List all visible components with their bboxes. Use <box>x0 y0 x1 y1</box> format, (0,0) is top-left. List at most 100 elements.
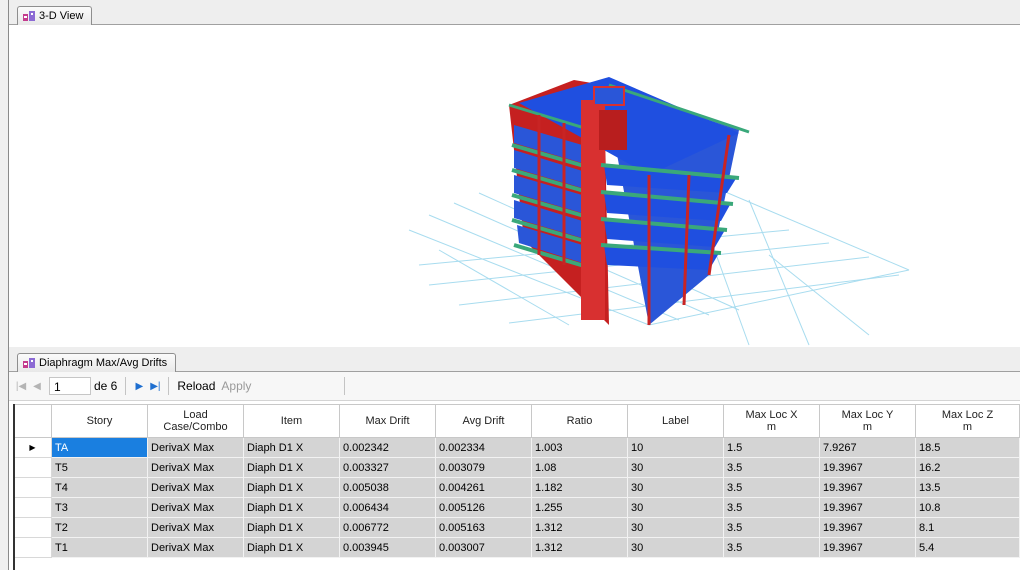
col-header-avg-drift[interactable]: Avg Drift <box>435 404 532 438</box>
cell-max-loc-y[interactable]: 19.3967 <box>819 517 916 538</box>
next-page-icon[interactable]: ▶ <box>131 381 147 392</box>
cell-avg-drift[interactable]: 0.004261 <box>435 477 532 498</box>
cell-max-loc-y[interactable]: 7.9267 <box>819 437 916 458</box>
cell-max-loc-y[interactable]: 19.3967 <box>819 537 916 558</box>
cell-item[interactable]: Diaph D1 X <box>243 537 340 558</box>
row-header[interactable] <box>13 537 52 558</box>
col-header-item[interactable]: Item <box>243 404 340 438</box>
table-row[interactable]: ▶ TA DerivaX Max Diaph D1 X 0.002342 0.0… <box>13 437 1020 458</box>
cell-max-loc-x[interactable]: 3.5 <box>723 517 820 538</box>
cell-max-loc-z[interactable]: 5.4 <box>915 537 1020 558</box>
row-header[interactable] <box>13 457 52 478</box>
tab-3d-view[interactable]: 3-D View <box>17 6 93 25</box>
tab-diaphragm-drifts[interactable]: Diaphragm Max/Avg Drifts <box>17 353 177 372</box>
cell-item[interactable]: Diaph D1 X <box>243 437 340 458</box>
roof-stair-box <box>593 86 625 106</box>
cell-item[interactable]: Diaph D1 X <box>243 497 340 518</box>
cell-load-case[interactable]: DerivaX Max <box>147 497 244 518</box>
table-row[interactable]: T3 DerivaX Max Diaph D1 X 0.006434 0.005… <box>13 497 1020 518</box>
tab-diaphragm-drifts-label: Diaphragm Max/Avg Drifts <box>39 357 168 369</box>
cell-item[interactable]: Diaph D1 X <box>243 477 340 498</box>
cell-ratio[interactable]: 1.182 <box>531 477 628 498</box>
page-number-input[interactable]: 1 <box>49 377 91 395</box>
cell-max-drift[interactable]: 0.003945 <box>339 537 436 558</box>
table-row[interactable]: T4 DerivaX Max Diaph D1 X 0.005038 0.004… <box>13 477 1020 498</box>
cell-ratio[interactable]: 1.312 <box>531 517 628 538</box>
pager-toolbar: |◀ ◀ 1 de 6 ▶ ▶| Reload Apply <box>9 372 1020 401</box>
cell-load-case[interactable]: DerivaX Max <box>147 537 244 558</box>
cell-max-loc-z[interactable]: 16.2 <box>915 457 1020 478</box>
cell-load-case[interactable]: DerivaX Max <box>147 477 244 498</box>
cell-label[interactable]: 10 <box>627 437 724 458</box>
cell-load-case[interactable]: DerivaX Max <box>147 457 244 478</box>
cell-max-loc-y[interactable]: 19.3967 <box>819 477 916 498</box>
cell-max-drift[interactable]: 0.002342 <box>339 437 436 458</box>
cell-avg-drift[interactable]: 0.003007 <box>435 537 532 558</box>
first-page-icon[interactable]: |◀ <box>13 381 29 392</box>
cell-max-drift[interactable]: 0.003327 <box>339 457 436 478</box>
table-view-icon <box>23 358 35 368</box>
cell-avg-drift[interactable]: 0.005163 <box>435 517 532 538</box>
reload-button[interactable]: Reload <box>174 379 218 393</box>
row-header[interactable] <box>13 517 52 538</box>
cell-item[interactable]: Diaph D1 X <box>243 517 340 538</box>
cell-max-loc-x[interactable]: 3.5 <box>723 497 820 518</box>
cell-story[interactable]: T3 <box>51 497 148 518</box>
cell-load-case[interactable]: DerivaX Max <box>147 437 244 458</box>
cell-ratio[interactable]: 1.255 <box>531 497 628 518</box>
cell-max-loc-y[interactable]: 19.3967 <box>819 497 916 518</box>
toolbar-separator <box>168 377 170 395</box>
cell-max-loc-x[interactable]: 3.5 <box>723 457 820 478</box>
col-header-max-drift[interactable]: Max Drift <box>339 404 436 438</box>
row-header[interactable] <box>13 477 52 498</box>
cell-label[interactable]: 30 <box>627 477 724 498</box>
apply-button[interactable]: Apply <box>218 379 254 393</box>
cell-avg-drift[interactable]: 0.002334 <box>435 437 532 458</box>
previous-page-icon[interactable]: ◀ <box>29 381 45 392</box>
cell-ratio[interactable]: 1.312 <box>531 537 628 558</box>
cell-label[interactable]: 30 <box>627 457 724 478</box>
toolbar-separator <box>125 377 127 395</box>
last-page-icon[interactable]: ▶| <box>147 381 163 392</box>
row-header[interactable] <box>13 497 52 518</box>
cell-max-loc-x[interactable]: 3.5 <box>723 477 820 498</box>
cell-story[interactable]: T2 <box>51 517 148 538</box>
cell-max-loc-y[interactable]: 19.3967 <box>819 457 916 478</box>
cell-max-loc-z[interactable]: 8.1 <box>915 517 1020 538</box>
cell-ratio[interactable]: 1.08 <box>531 457 628 478</box>
col-header-max-loc-y[interactable]: Max Loc Ym <box>819 404 916 438</box>
cell-max-loc-x[interactable]: 3.5 <box>723 537 820 558</box>
cell-max-loc-x[interactable]: 1.5 <box>723 437 820 458</box>
cell-max-loc-z[interactable]: 18.5 <box>915 437 1020 458</box>
col-header-story[interactable]: Story <box>51 404 148 438</box>
cell-avg-drift[interactable]: 0.003079 <box>435 457 532 478</box>
cell-story[interactable]: T1 <box>51 537 148 558</box>
table-row[interactable]: T5 DerivaX Max Diaph D1 X 0.003327 0.003… <box>13 457 1020 478</box>
col-header-ratio[interactable]: Ratio <box>531 404 628 438</box>
col-header-load-case[interactable]: Load Case/Combo <box>147 404 244 438</box>
col-header-max-loc-z[interactable]: Max Loc Zm <box>915 404 1020 438</box>
cell-max-drift[interactable]: 0.006434 <box>339 497 436 518</box>
cell-item[interactable]: Diaph D1 X <box>243 457 340 478</box>
cell-story[interactable]: T5 <box>51 457 148 478</box>
cell-max-loc-z[interactable]: 10.8 <box>915 497 1020 518</box>
row-header-corner <box>13 404 52 438</box>
3d-viewport[interactable] <box>9 25 1020 347</box>
cell-label[interactable]: 30 <box>627 537 724 558</box>
row-pointer-icon[interactable]: ▶ <box>13 437 52 458</box>
col-header-label[interactable]: Label <box>627 404 724 438</box>
cell-label[interactable]: 30 <box>627 497 724 518</box>
building-model <box>408 77 910 346</box>
cell-label[interactable]: 30 <box>627 517 724 538</box>
cell-load-case[interactable]: DerivaX Max <box>147 517 244 538</box>
table-row[interactable]: T1 DerivaX Max Diaph D1 X 0.003945 0.003… <box>13 537 1020 558</box>
cell-avg-drift[interactable]: 0.005126 <box>435 497 532 518</box>
cell-story[interactable]: T4 <box>51 477 148 498</box>
cell-max-drift[interactable]: 0.005038 <box>339 477 436 498</box>
table-row[interactable]: T2 DerivaX Max Diaph D1 X 0.006772 0.005… <box>13 517 1020 538</box>
col-header-max-loc-x[interactable]: Max Loc Xm <box>723 404 820 438</box>
cell-ratio[interactable]: 1.003 <box>531 437 628 458</box>
cell-max-loc-z[interactable]: 13.5 <box>915 477 1020 498</box>
cell-max-drift[interactable]: 0.006772 <box>339 517 436 538</box>
cell-story[interactable]: TA <box>51 437 148 458</box>
